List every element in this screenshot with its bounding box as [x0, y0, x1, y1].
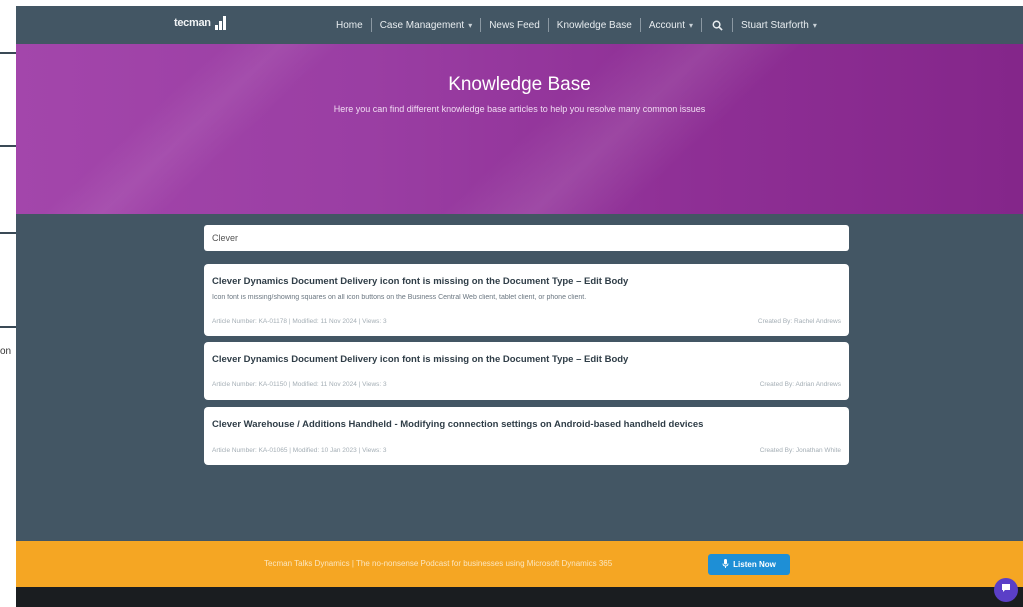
result-title[interactable]: Clever Dynamics Document Delivery icon f… [212, 276, 841, 287]
result-meta: Article Number: KA-01178 | Modified: 11 … [212, 318, 387, 325]
signal-bars-icon [214, 16, 226, 30]
result-meta: Article Number: KA-01065 | Modified: 10 … [212, 447, 387, 454]
chevron-down-icon: ▾ [812, 20, 817, 30]
result-title[interactable]: Clever Warehouse / Additions Handheld - … [212, 419, 841, 430]
hero-decoration [344, 44, 888, 214]
left-divider [0, 326, 16, 328]
result-author: Created By: Rachel Andrews [757, 318, 841, 325]
nav-label: News Feed [489, 19, 540, 31]
microphone-icon [722, 559, 729, 570]
result-meta: Article Number: KA-01150 | Modified: 11 … [212, 381, 387, 388]
left-divider [0, 145, 16, 147]
user-name: Stuart Starforth [741, 19, 809, 31]
hero-decoration [16, 44, 374, 214]
result-card[interactable]: Clever Warehouse / Additions Handheld - … [204, 407, 849, 465]
chat-widget-button[interactable] [994, 578, 1018, 602]
result-card[interactable]: Clever Dynamics Document Delivery icon f… [204, 264, 849, 336]
nav-item-case-management[interactable]: Case Management ▾ [372, 20, 481, 31]
nav-label: Knowledge Base [556, 19, 632, 31]
listen-now-button[interactable]: Listen Now [708, 554, 790, 575]
page-title: Knowledge Base [448, 74, 591, 95]
nav-user-menu[interactable]: Stuart Starforth ▾ [733, 20, 825, 31]
page-subtitle: Here you can find different knowledge ba… [333, 104, 706, 114]
nav-label: Case Management [379, 19, 465, 31]
nav-item-news-feed[interactable]: News Feed [481, 20, 548, 31]
result-author: Created By: Adrian Andrews [759, 381, 841, 388]
nav-item-home[interactable]: Home [328, 20, 371, 31]
left-divider [0, 232, 16, 234]
chat-icon [1000, 581, 1012, 599]
nav-label: Home [336, 19, 363, 31]
chevron-down-icon: ▾ [468, 20, 473, 30]
nav-item-account[interactable]: Account ▾ [641, 20, 701, 31]
nav-item-knowledge-base[interactable]: Knowledge Base [549, 20, 640, 31]
podcast-text: Tecman Talks Dynamics | The no-nonsense … [264, 559, 613, 568]
result-description: Icon font is missing/showing squares on … [212, 294, 587, 301]
result-card[interactable]: Clever Dynamics Document Delivery icon f… [204, 342, 849, 400]
search-icon [710, 18, 724, 32]
nav-label: Account [648, 19, 685, 31]
left-background-strip: on [0, 0, 16, 607]
footer [16, 587, 1023, 607]
left-divider [0, 52, 16, 54]
result-title[interactable]: Clever Dynamics Document Delivery icon f… [212, 354, 841, 365]
search-input[interactable] [204, 225, 849, 251]
logo[interactable]: tecman [174, 16, 226, 30]
listen-now-label: Listen Now [733, 560, 776, 569]
nav-search-button[interactable] [702, 18, 732, 32]
logo-text: tecman [174, 17, 211, 29]
nav-menu: Home Case Management ▾ News Feed Knowledg… [328, 6, 825, 44]
portal-window: tecman Home Case Management ▾ News Feed K… [16, 6, 1023, 607]
chevron-down-icon: ▾ [688, 20, 693, 30]
navbar: tecman Home Case Management ▾ News Feed K… [16, 6, 1023, 44]
result-author: Created By: Jonathan White [759, 447, 841, 454]
left-partial-text: on [0, 346, 12, 357]
podcast-banner: Tecman Talks Dynamics | The no-nonsense … [16, 541, 1023, 587]
hero-banner: Knowledge Base Here you can find differe… [16, 44, 1023, 214]
